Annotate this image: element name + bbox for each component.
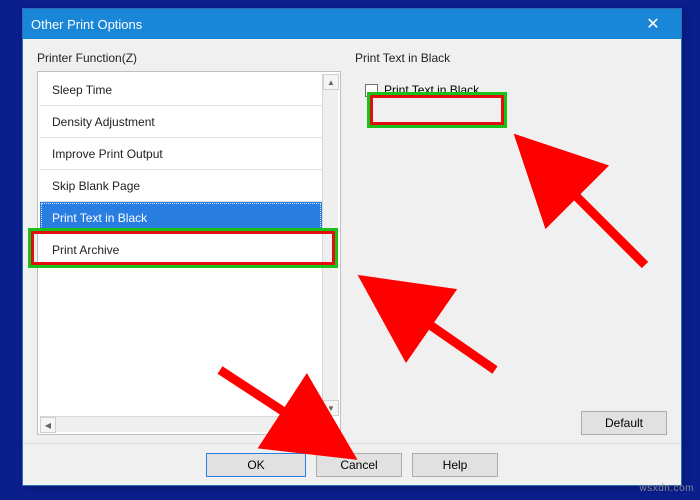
list-item[interactable]: Sleep Time bbox=[40, 74, 322, 106]
print-options-dialog: Other Print Options ✕ Printer Function(Z… bbox=[22, 8, 682, 486]
list-item[interactable]: Density Adjustment bbox=[40, 106, 322, 138]
printer-function-listbox[interactable]: Sleep Time Density Adjustment Improve Pr… bbox=[37, 71, 341, 435]
printer-function-panel: Printer Function(Z) Sleep Time Density A… bbox=[37, 51, 341, 435]
scroll-right-icon[interactable]: ▶ bbox=[306, 417, 322, 433]
close-icon[interactable]: ✕ bbox=[633, 12, 673, 36]
cancel-button[interactable]: Cancel bbox=[316, 453, 402, 477]
dialog-title: Other Print Options bbox=[31, 17, 633, 32]
scroll-left-icon[interactable]: ◀ bbox=[40, 417, 56, 433]
list-item[interactable]: Improve Print Output bbox=[40, 138, 322, 170]
list-item[interactable]: Print Archive bbox=[40, 234, 322, 266]
help-button[interactable]: Help bbox=[412, 453, 498, 477]
watermark-text: wsxdn.com bbox=[639, 483, 694, 494]
dialog-content: Printer Function(Z) Sleep Time Density A… bbox=[23, 39, 681, 443]
ok-button[interactable]: OK bbox=[206, 453, 306, 477]
horizontal-scrollbar[interactable]: ◀ ▶ bbox=[40, 416, 322, 432]
scroll-down-icon[interactable]: ▼ bbox=[323, 400, 339, 416]
default-button[interactable]: Default bbox=[581, 411, 667, 435]
printer-function-label: Printer Function(Z) bbox=[37, 51, 341, 65]
print-text-in-black-checkbox[interactable]: Print Text in Black bbox=[357, 77, 487, 103]
list-item-selected[interactable]: Print Text in Black bbox=[40, 202, 322, 234]
vertical-scrollbar[interactable]: ▲ ▼ bbox=[322, 74, 338, 416]
listbox-inner: Sleep Time Density Adjustment Improve Pr… bbox=[40, 74, 322, 432]
option-detail-label: Print Text in Black bbox=[355, 51, 667, 65]
scroll-up-icon[interactable]: ▲ bbox=[323, 74, 339, 90]
option-detail-box: Print Text in Black bbox=[355, 71, 667, 405]
dialog-footer: OK Cancel Help bbox=[23, 443, 681, 485]
default-button-row: Default bbox=[355, 405, 667, 435]
titlebar: Other Print Options ✕ bbox=[23, 9, 681, 39]
list-item[interactable]: Skip Blank Page bbox=[40, 170, 322, 202]
option-detail-panel: Print Text in Black Print Text in Black … bbox=[355, 51, 667, 435]
checkbox-label: Print Text in Black bbox=[384, 83, 479, 97]
checkbox-icon bbox=[365, 84, 378, 97]
